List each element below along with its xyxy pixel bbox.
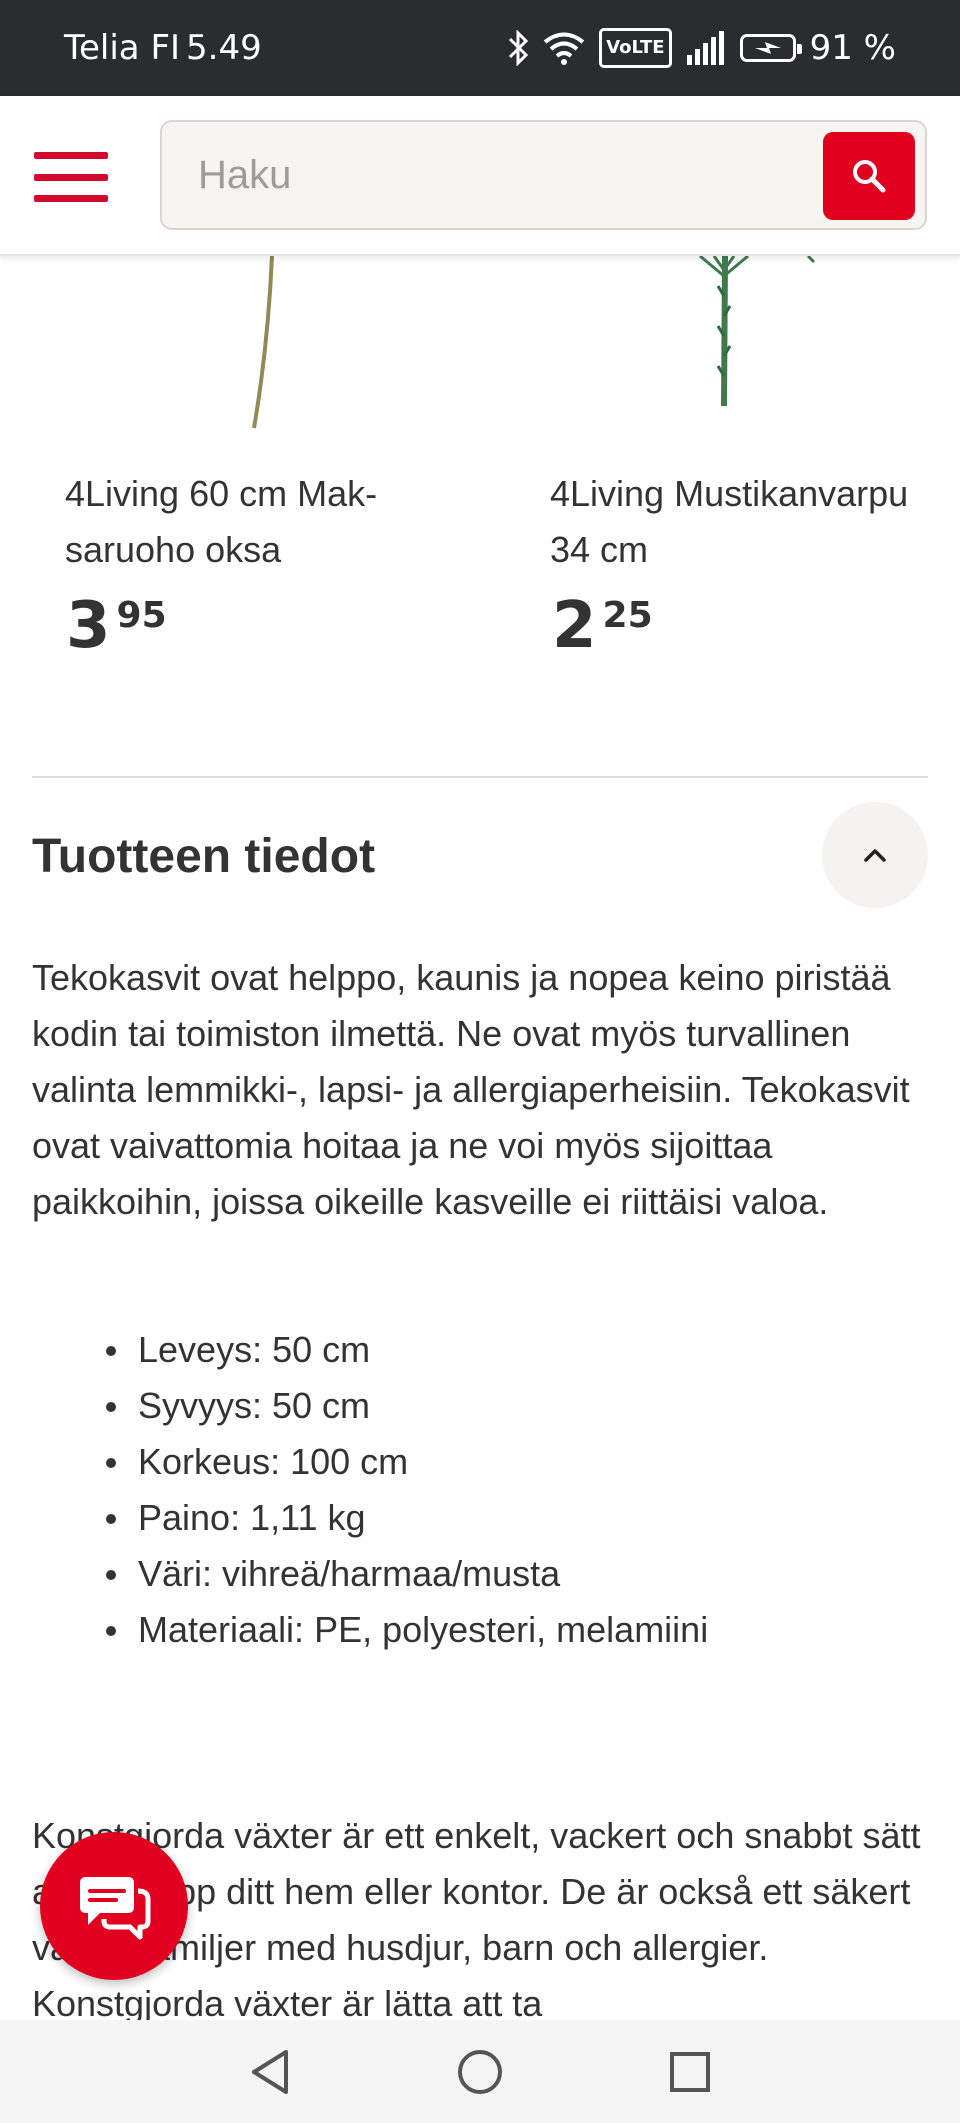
price-euros: 2 xyxy=(552,589,597,663)
magnifier-icon xyxy=(853,160,886,193)
product-details-title: Tuotteen tiedot xyxy=(32,830,376,883)
price-euros: 3 xyxy=(66,589,111,663)
search-button[interactable] xyxy=(823,132,915,220)
battery-charging-icon xyxy=(739,34,802,62)
product-price: 3 95 xyxy=(66,589,167,663)
hamburger-icon-bar xyxy=(34,152,108,159)
spec-item: Paino: 1,11 kg xyxy=(106,1490,708,1546)
collapse-details-button[interactable] xyxy=(822,802,928,908)
spec-item: Korkeus: 100 cm xyxy=(106,1434,708,1490)
hamburger-icon-bar xyxy=(34,173,108,181)
status-icons: VoLTE 91 % xyxy=(507,28,896,68)
back-triangle-icon[interactable] xyxy=(240,2042,300,2102)
hamburger-icon-bar xyxy=(34,195,108,202)
spec-list: Leveys: 50 cm Syvyys: 50 cm Korkeus: 100… xyxy=(106,1322,708,1658)
spec-item: Syvyys: 50 cm xyxy=(106,1378,708,1434)
product-name[interactable]: 4Living 60 cm Mak­saruoho oksa xyxy=(65,466,465,578)
related-products: 4Living 60 cm Mak­saruoho oksa 3 95 4Liv… xyxy=(0,256,960,776)
product-card[interactable]: 4Living 60 cm Mak­saruoho oksa 3 95 xyxy=(32,256,472,658)
site-header xyxy=(0,96,960,256)
price-cents: 95 xyxy=(116,595,167,636)
product-card[interactable]: 4Living Mustikan­varpu 34 cm 2 25 xyxy=(518,256,958,658)
volte-icon: VoLTE xyxy=(599,28,672,68)
home-circle-icon[interactable] xyxy=(450,2042,510,2102)
chevron-up-icon xyxy=(864,849,886,862)
spec-item: Leveys: 50 cm xyxy=(106,1322,708,1378)
chat-button[interactable] xyxy=(40,1832,188,1980)
bluetooth-icon xyxy=(507,28,529,68)
product-image[interactable] xyxy=(518,256,958,436)
search-input[interactable] xyxy=(198,122,758,228)
product-price: 2 25 xyxy=(552,589,653,663)
recents-square-icon[interactable] xyxy=(660,2042,720,2102)
clock: 5.49 xyxy=(186,28,262,68)
search-box xyxy=(160,120,927,230)
wifi-icon xyxy=(543,28,585,68)
spec-item: Väri: vihreä/harmaa/musta xyxy=(106,1546,708,1602)
status-bar: Telia FI 5.49 VoLTE 91 % xyxy=(0,0,960,96)
signal-icon xyxy=(686,28,726,68)
carrier-label: Telia FI xyxy=(64,28,181,68)
price-cents: 25 xyxy=(602,595,653,636)
hamburger-menu-button[interactable] xyxy=(34,152,108,202)
status-left: Telia FI 5.49 xyxy=(64,28,262,68)
battery-percent: 91 % xyxy=(809,28,896,68)
product-name[interactable]: 4Living Mustikan­varpu 34 cm xyxy=(550,466,950,578)
spec-item: Materiaali: PE, polyesteri, melamiini xyxy=(106,1602,708,1658)
section-divider xyxy=(32,776,928,778)
system-nav-bar xyxy=(0,2020,960,2123)
product-image[interactable] xyxy=(32,256,472,436)
chat-bubbles-icon xyxy=(80,1877,151,1940)
product-description: Tekokasvit ovat helppo, kaunis ja nopea … xyxy=(32,957,910,1222)
